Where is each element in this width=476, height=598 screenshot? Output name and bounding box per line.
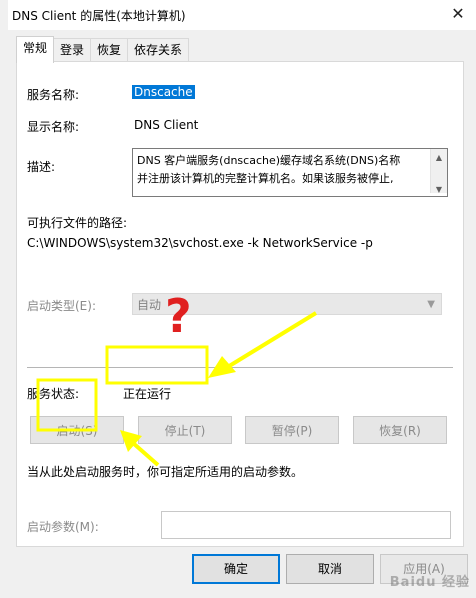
scroll-up-icon[interactable]: ▲ [431,149,447,167]
service-status-label: 服务状态: [27,387,80,401]
pause-button[interactable]: 暂停(P) [245,416,339,444]
startup-type-label: 启动类型(E): [27,299,96,313]
general-panel: 服务名称: Dnscache 显示名称: DNS Client 描述: DNS … [16,61,464,547]
title-bar: DNS Client 的属性(本地计算机) ✕ [8,0,476,30]
tab-strip: 常规 登录 恢复 依存关系 [16,36,190,63]
ok-button[interactable]: 确定 [192,554,280,584]
tab-recovery[interactable]: 恢复 [90,38,129,61]
startup-type-select[interactable]: 自动 ▼ [132,293,442,315]
tab-logon[interactable]: 登录 [53,38,92,61]
start-params-hint: 当从此处启动服务时，你可指定所适用的启动参数。 [27,465,304,479]
description-line: DNS 客户端服务(dnscache)缓存域名系统(DNS)名称 [137,154,401,167]
service-name-value[interactable]: Dnscache [132,85,195,99]
stop-button[interactable]: 停止(T) [138,416,232,444]
service-name-label: 服务名称: [27,88,80,102]
tab-general[interactable]: 常规 [16,36,55,63]
path-value[interactable]: C:\WINDOWS\system32\svchost.exe -k Netwo… [27,236,373,250]
path-label: 可执行文件的路径: [27,216,128,230]
display-name-label: 显示名称: [27,120,80,134]
resume-button[interactable]: 恢复(R) [353,416,447,444]
window-title: DNS Client 的属性(本地计算机) [12,9,186,23]
description-scrollbar[interactable]: ▲ ▼ [430,149,447,194]
startup-type-value: 自动 [137,298,162,312]
description-line: 并注册该计算机的完整计算机名。如果该服务被停止, [137,172,394,185]
chevron-down-icon: ▼ [427,299,435,310]
scroll-down-icon[interactable]: ▼ [431,181,447,196]
watermark: Baidu 经验 [389,575,470,590]
start-params-label: 启动参数(M): [27,520,99,534]
description-textbox[interactable]: DNS 客户端服务(dnscache)缓存域名系统(DNS)名称 并注册该计算机… [132,148,448,197]
tab-dependencies[interactable]: 依存关系 [127,38,190,61]
properties-dialog: 常规 登录 恢复 依存关系 服务名称: Dnscache 显示名称: DNS C… [8,30,476,598]
service-status-value: 正在运行 [123,387,172,401]
display-name-value[interactable]: DNS Client [134,118,198,132]
close-icon[interactable]: ✕ [444,2,472,26]
start-params-input[interactable] [161,511,451,539]
start-button[interactable]: 启动(S) [30,416,124,444]
cancel-button[interactable]: 取消 [286,554,374,584]
description-label: 描述: [27,160,56,174]
divider [27,367,453,368]
